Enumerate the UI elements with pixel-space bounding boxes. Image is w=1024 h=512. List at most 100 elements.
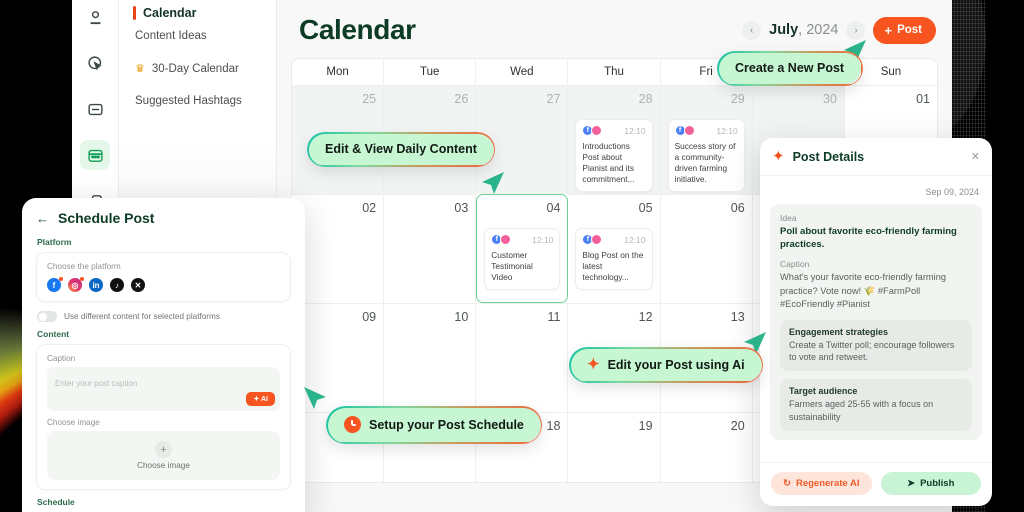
platform-icons: f ◎ in ♪ ✕ — [47, 277, 280, 292]
event-time: 12:10 — [532, 234, 554, 245]
calendar-day-cell[interactable]: 02 — [292, 194, 385, 303]
instagram-avatar-icon — [591, 125, 603, 136]
sparkle-icon: ✦ — [587, 356, 600, 373]
nav-header-label: Calendar — [143, 6, 197, 20]
post-content-block: Idea Poll about favorite eco-friendly fa… — [770, 204, 982, 440]
publish-label: Publish — [920, 478, 955, 489]
ai-generate-button[interactable]: ✦ AI — [246, 392, 275, 406]
tiktok-icon[interactable]: ♪ — [110, 278, 124, 292]
day-number: 29 — [730, 92, 745, 106]
x-twitter-icon[interactable]: ✕ — [131, 278, 145, 292]
calendar-day-cell[interactable]: 10 — [384, 303, 477, 412]
schedule-post-panel: ← Schedule Post Platform Choose the plat… — [22, 198, 305, 512]
callout-create-new-post: Create a New Post — [718, 52, 862, 84]
calendar-day-cell[interactable]: 29 f 12:10 Success story of a community-dri… — [660, 85, 753, 194]
badge-dot — [59, 277, 63, 281]
callout-label: Edit your Post using Ai — [607, 357, 745, 372]
nav-item-label: Content Ideas — [135, 30, 207, 42]
event-time: 12:10 — [624, 125, 646, 136]
choose-image-dropzone[interactable]: + Choose image — [47, 431, 280, 480]
calendar-day-cell[interactable]: 05 f 12:10 Blog Post on the latest technolo… — [568, 194, 661, 303]
prev-month-button[interactable]: ‹ — [742, 20, 762, 40]
calendar-day-cell[interactable]: 28 f 12:10 Introductions Post about Pianist… — [568, 85, 661, 194]
schedule-panel-header: ← Schedule Post — [36, 210, 291, 226]
calendar-event-card[interactable]: f 12:10 Success story of a community-drive… — [667, 119, 745, 192]
calendar-event-card[interactable]: f 12:10 Introductions Post about Pianist a… — [575, 119, 653, 192]
calendar-day-cell[interactable]: 03 — [384, 194, 477, 303]
clock-icon — [344, 416, 361, 433]
callout-edit-post-ai: ✦ Edit your Post using Ai — [570, 348, 762, 381]
event-card-top: f 12:10 — [491, 234, 553, 245]
calendar-day-cell[interactable]: 19 — [568, 412, 661, 482]
secondary-nav-panel: Calendar Content Ideas ♛ 30-Day Calendar… — [119, 0, 277, 200]
schedule-section-label: Schedule — [37, 497, 75, 507]
add-post-button[interactable]: + Post — [873, 16, 936, 44]
platform-card: Choose the platform f ◎ in ♪ ✕ — [36, 252, 291, 302]
sidebar-item-calendar[interactable] — [80, 140, 110, 170]
sidebar-item-user[interactable] — [80, 2, 110, 32]
close-icon[interactable]: ✕ — [971, 150, 980, 163]
calendar-day-cell[interactable]: 04 f 12:10 Customer Testimonial Video — [476, 194, 569, 303]
day-number: 09 — [362, 310, 377, 324]
choose-image-label: Choose image — [47, 418, 100, 427]
callout-edit-view-daily: Edit & View Daily Content — [308, 133, 494, 165]
weekday-header-wed: Wed — [476, 59, 569, 85]
instagram-avatar-icon — [500, 234, 512, 245]
idea-text: Poll about favorite eco-friendly farming… — [780, 226, 957, 251]
nav-item-label: Suggested Hashtags — [135, 95, 242, 107]
calendar-event-card[interactable]: f 12:10 Blog Post on the latest technology… — [575, 228, 653, 290]
audience-title: Target audience — [789, 386, 858, 397]
calendar-day-cell[interactable]: 06 — [660, 194, 753, 303]
sidebar-item-list[interactable] — [80, 94, 110, 124]
publish-button[interactable]: ➤ Publish — [880, 472, 981, 495]
nav-header: Calendar — [119, 0, 276, 20]
event-card-top: f 12:10 — [582, 125, 646, 136]
weekday-header-thu: Thu — [568, 59, 661, 85]
nav-item-30-day-calendar[interactable]: ♛ 30-Day Calendar — [119, 52, 276, 85]
calendar-event-card[interactable]: f 12:10 Customer Testimonial Video — [484, 228, 561, 290]
event-time: 12:10 — [716, 125, 738, 136]
back-arrow-icon[interactable]: ← — [36, 211, 49, 226]
idea-label: Idea — [780, 213, 797, 223]
post-details-title: Post Details — [792, 149, 865, 164]
calendar-day-cell[interactable]: 11 — [476, 303, 569, 412]
calendar-day-cell[interactable]: 20 — [660, 412, 753, 482]
regenerate-label: Regenerate AI — [795, 478, 860, 489]
plus-icon: + — [884, 22, 893, 38]
day-number: 30 — [822, 92, 837, 106]
nav-item-suggested-hashtags[interactable]: Suggested Hashtags — [119, 85, 276, 117]
day-number: 26 — [454, 92, 469, 106]
sidebar-item-target-cursor[interactable] — [80, 48, 110, 78]
caption-label: Caption — [780, 259, 810, 270]
day-number: 12 — [638, 310, 653, 324]
audience-block: Target audience Farmers aged 25-55 with … — [780, 379, 972, 431]
post-details-footer: ↻ Regenerate AI ➤ Publish — [760, 462, 992, 506]
event-card-top: f 12:10 — [582, 234, 646, 245]
nav-item-label: 30-Day Calendar — [151, 62, 239, 75]
nav-item-content-ideas[interactable]: Content Ideas — [119, 20, 276, 52]
refresh-icon: ↻ — [783, 478, 791, 489]
different-content-toggle[interactable] — [37, 311, 57, 322]
day-number: 28 — [638, 92, 653, 106]
day-number: 04 — [546, 201, 561, 215]
engagement-body: Create a Twitter poll; encourage followe… — [789, 339, 955, 363]
facebook-icon[interactable]: f — [47, 277, 63, 292]
day-number: 05 — [638, 201, 653, 215]
weekday-header-tue: Tue — [384, 59, 477, 85]
different-content-toggle-row[interactable]: Use different content for selected platf… — [37, 311, 291, 322]
crown-icon: ♛ — [135, 63, 145, 75]
day-number: 20 — [730, 419, 745, 433]
instagram-icon[interactable]: ◎ — [68, 277, 84, 292]
day-number: 06 — [730, 201, 745, 215]
linkedin-icon[interactable]: in — [89, 278, 103, 292]
caption-input[interactable]: Enter your post caption ✦ AI — [47, 367, 280, 411]
event-text: Customer Testimonial Video — [491, 250, 533, 282]
event-platform-avatars: f — [674, 125, 695, 136]
engagement-title: Engagement strategies — [789, 326, 889, 337]
regenerate-ai-button[interactable]: ↻ Regenerate AI — [771, 472, 872, 495]
plus-icon: + — [155, 441, 172, 458]
toggle-label: Use different content for selected platf… — [64, 312, 220, 321]
post-date: Sep 09, 2024 — [925, 187, 979, 197]
send-icon: ➤ — [907, 478, 916, 489]
event-text: Introductions Post about Pianist and its… — [582, 141, 635, 184]
